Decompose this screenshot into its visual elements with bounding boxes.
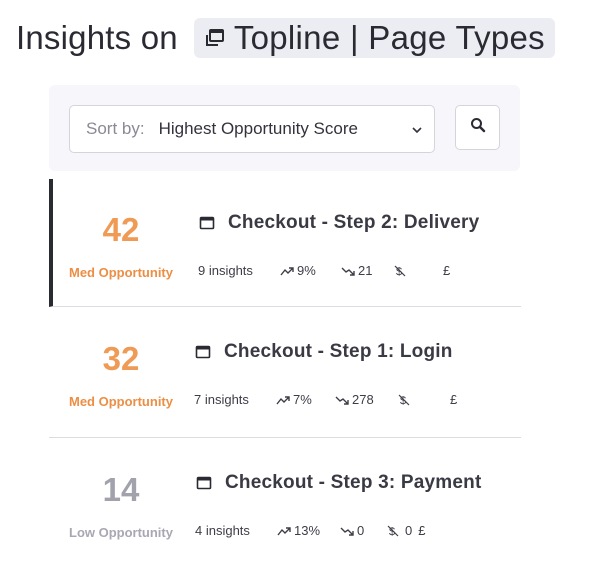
currency-symbol: £ bbox=[418, 523, 426, 538]
page-type-title[interactable]: Checkout - Step 2: Delivery bbox=[199, 212, 479, 234]
dollar-slash-icon: $ bbox=[386, 525, 400, 537]
trend-down-value: 0 bbox=[357, 523, 365, 538]
opportunity-score: 14 bbox=[102, 471, 140, 508]
dollar-slash-icon: $ bbox=[393, 265, 407, 277]
currency-symbol: £ bbox=[450, 392, 458, 407]
page-type-name: Checkout - Step 3: Payment bbox=[225, 472, 482, 493]
trend-down-value: 278 bbox=[352, 392, 374, 407]
trend-down-value: 21 bbox=[358, 263, 373, 278]
revenue-metric: $ 0 bbox=[386, 523, 412, 538]
sort-label: Sort by: bbox=[86, 119, 145, 138]
page-header: Insights on Topline | Page Types bbox=[16, 16, 555, 60]
insight-row[interactable]: 42 Med Opportunity Checkout - Step 2: De… bbox=[49, 179, 521, 307]
trend-down-metric: 21 bbox=[341, 263, 393, 278]
insight-row[interactable]: 14 Low Opportunity Checkout - Step 3: Pa… bbox=[49, 439, 521, 567]
score-column: 42 Med Opportunity bbox=[49, 179, 193, 280]
page-type-title[interactable]: Checkout - Step 1: Login bbox=[195, 341, 453, 363]
score-column: 14 Low Opportunity bbox=[49, 439, 193, 540]
insights-count: 4 insights bbox=[195, 523, 250, 538]
metrics-bar: 4 insights 13% 0 $ 0 £ bbox=[195, 523, 425, 538]
trend-up-value: 7% bbox=[293, 392, 312, 407]
sort-panel: Sort by: Highest Opportunity Score bbox=[49, 85, 520, 171]
metrics-bar: 7 insights 7% 278 $ £ bbox=[194, 392, 457, 407]
trend-down-icon bbox=[341, 265, 355, 277]
search-button[interactable] bbox=[455, 105, 500, 150]
sort-value: Highest Opportunity Score bbox=[158, 119, 358, 138]
scope-label: Topline | Page Types bbox=[233, 19, 545, 56]
trend-up-metric: 9% bbox=[280, 263, 341, 278]
trend-down-metric: 0 bbox=[340, 523, 386, 538]
window-stack-icon bbox=[204, 27, 226, 49]
revenue-metric: $ bbox=[397, 394, 450, 406]
revenue-value: 0 bbox=[405, 523, 413, 538]
insights-count: 9 insights bbox=[198, 263, 253, 278]
insight-row[interactable]: 32 Med Opportunity Checkout - Step 1: Lo… bbox=[49, 308, 521, 438]
trend-up-value: 13% bbox=[294, 523, 321, 538]
opportunity-level: Med Opportunity bbox=[69, 265, 173, 280]
trend-down-icon bbox=[340, 525, 354, 537]
trend-up-value: 9% bbox=[297, 263, 316, 278]
opportunity-level: Low Opportunity bbox=[69, 525, 173, 540]
window-icon bbox=[199, 215, 215, 231]
insights-count: 7 insights bbox=[194, 392, 249, 407]
revenue-metric: $ bbox=[393, 265, 443, 277]
trend-up-icon bbox=[277, 525, 291, 537]
dollar-slash-icon: $ bbox=[397, 394, 411, 406]
trend-up-metric: 13% bbox=[277, 523, 340, 538]
trend-down-metric: 278 bbox=[335, 392, 397, 407]
score-column: 32 Med Opportunity bbox=[49, 308, 193, 409]
currency-symbol: £ bbox=[443, 263, 451, 278]
trend-up-icon bbox=[280, 265, 294, 277]
window-icon bbox=[195, 344, 211, 360]
scope-selector[interactable]: Topline | Page Types bbox=[193, 18, 555, 58]
page-title: Insights on bbox=[16, 19, 178, 56]
trend-up-icon bbox=[276, 394, 290, 406]
trend-up-metric: 7% bbox=[276, 392, 335, 407]
opportunity-score: 32 bbox=[102, 340, 140, 377]
chevron-down-icon bbox=[410, 122, 424, 136]
opportunity-score: 42 bbox=[102, 211, 140, 248]
window-icon bbox=[196, 475, 212, 491]
trend-down-icon bbox=[335, 394, 349, 406]
page-type-title[interactable]: Checkout - Step 3: Payment bbox=[196, 472, 481, 494]
page-type-name: Checkout - Step 1: Login bbox=[224, 341, 453, 362]
search-icon bbox=[470, 117, 486, 138]
metrics-bar: 9 insights 9% 21 $ £ bbox=[198, 263, 450, 278]
opportunity-level: Med Opportunity bbox=[69, 394, 173, 409]
page-type-name: Checkout - Step 2: Delivery bbox=[228, 212, 480, 233]
sort-dropdown[interactable]: Sort by: Highest Opportunity Score bbox=[69, 105, 435, 153]
